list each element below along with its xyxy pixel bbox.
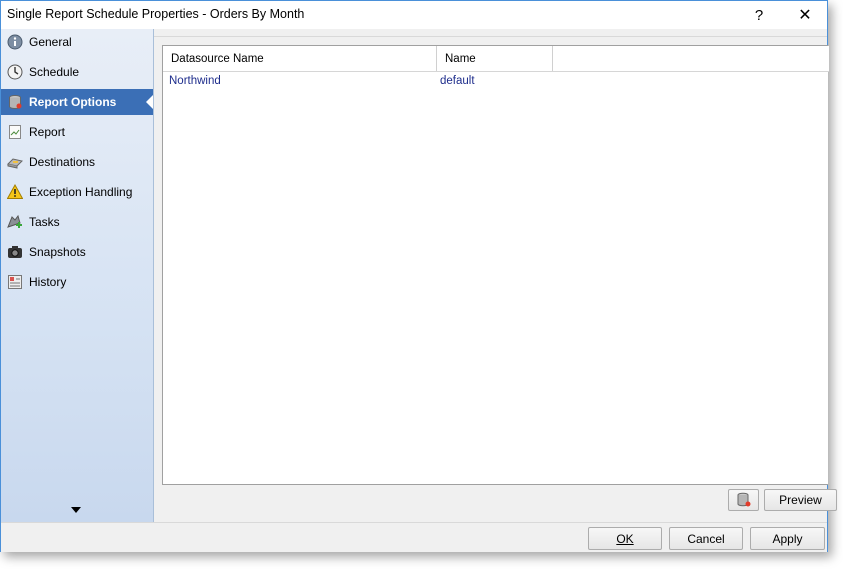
dialog-window: Single Report Schedule Properties - Orde… (0, 0, 837, 552)
destinations-icon (6, 153, 24, 171)
column-header-datasource-name[interactable]: Datasource Name (163, 46, 437, 71)
sidebar-item-tasks[interactable]: Tasks (1, 209, 153, 235)
table-row[interactable]: Northwind default (163, 72, 829, 91)
sidebar-item-general[interactable]: General (1, 29, 153, 55)
sidebar-item-label: Tasks (29, 215, 60, 229)
cancel-button[interactable]: Cancel (669, 527, 743, 550)
grid-header: Datasource Name Name (163, 46, 829, 72)
apply-label: Apply (772, 531, 803, 546)
datasource-name-cell: Northwind (169, 75, 221, 87)
sidebar-item-label: History (29, 275, 67, 289)
sidebar-item-destinations[interactable]: Destinations (1, 149, 153, 175)
sidebar-item-schedule[interactable]: Schedule (1, 59, 153, 85)
datasource-grid[interactable]: Datasource Name Name Northwind default (162, 45, 829, 485)
ok-button[interactable]: OK (588, 527, 662, 550)
datasource-login-button[interactable] (728, 489, 759, 511)
apply-button[interactable]: Apply (750, 527, 825, 550)
database-icon (737, 492, 750, 507)
divider (154, 36, 827, 37)
cancel-label: Cancel (687, 531, 725, 546)
dialog-footer: OK Cancel Apply (1, 522, 827, 552)
warning-icon (6, 183, 24, 201)
help-button[interactable]: ? (736, 1, 782, 29)
database-icon (6, 93, 24, 111)
sidebar-item-label: Report Options (29, 95, 117, 109)
name-cell: default (440, 75, 475, 87)
report-icon (6, 123, 24, 141)
sidebar-item-exception-handling[interactable]: Exception Handling (1, 179, 153, 205)
sidebar-item-report-options[interactable]: Report Options (1, 89, 153, 115)
sidebar-scroll-down-icon[interactable] (71, 507, 81, 513)
sidebar-item-label: Destinations (29, 155, 96, 169)
sidebar-item-label: Snapshots (29, 245, 86, 259)
report-options-panel: Datasource Name Name Northwind default P… (154, 29, 837, 522)
title-bar: Single Report Schedule Properties - Orde… (1, 1, 827, 29)
sidebar-item-history[interactable]: History (1, 269, 153, 295)
history-icon (6, 273, 24, 291)
tasks-icon (6, 213, 24, 231)
window-title: Single Report Schedule Properties - Orde… (7, 7, 305, 21)
clock-icon (6, 63, 24, 81)
preview-button[interactable]: Preview (764, 489, 837, 511)
sidebar-item-label: Report (29, 125, 66, 139)
sidebar-item-label: Exception Handling (29, 185, 133, 199)
sidebar-item-report[interactable]: Report (1, 119, 153, 145)
sidebar-item-label: Schedule (29, 65, 80, 79)
column-header-name[interactable]: Name (437, 46, 553, 71)
ok-label: OK (616, 531, 634, 546)
info-icon (6, 33, 24, 51)
sidebar-item-label: General (29, 35, 72, 49)
close-button[interactable]: ✕ (782, 1, 828, 29)
camera-icon (6, 243, 24, 261)
sidebar-item-snapshots[interactable]: Snapshots (1, 239, 153, 265)
sidebar: General Schedule Report Options Report D… (1, 29, 154, 522)
